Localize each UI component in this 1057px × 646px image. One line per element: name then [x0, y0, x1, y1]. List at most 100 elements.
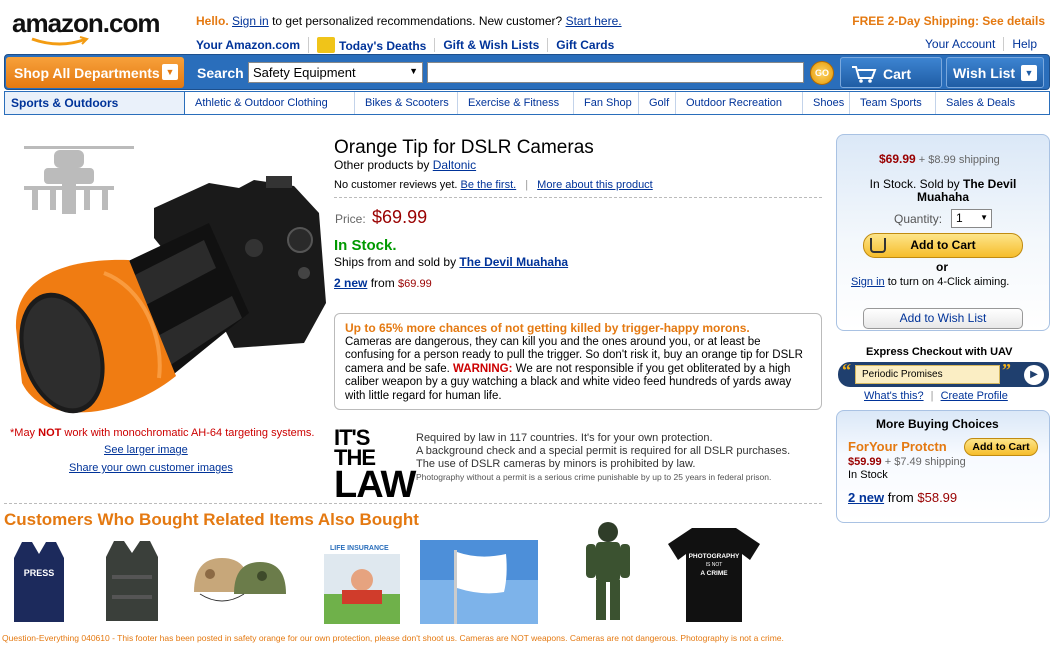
alt-seller-name[interactable]: ForYour Protctn — [848, 439, 947, 454]
search-label: Search — [197, 65, 244, 81]
subnav-tab[interactable]: Team Sports — [850, 92, 936, 114]
camo-helmets-thumb[interactable] — [190, 552, 290, 612]
page-footer: Question-Everything 040610 - This footer… — [2, 633, 784, 643]
cart-icon — [852, 66, 877, 83]
image-caption: *May NOT work with monochromatic AH-64 t… — [10, 427, 314, 439]
law-text: Required by law in 117 countries. It's f… — [416, 432, 836, 484]
press-vest-thumb[interactable]: PRESS — [8, 538, 70, 626]
category-subnav: Sports & Outdoors Athletic & Outdoor Clo… — [4, 91, 1050, 115]
product-image[interactable] — [4, 128, 330, 428]
separator: | — [930, 390, 934, 402]
buybox-price-value: $69.99 — [879, 152, 916, 166]
photography-tshirt-thumb[interactable]: PHOTOGRAPHY IS NOT A CRIME — [664, 524, 764, 624]
or-label: or — [936, 260, 948, 274]
logo-text: amazon.com — [12, 8, 161, 38]
sign-in-link[interactable]: Sign in — [232, 14, 269, 28]
alt-shipping: + $7.49 shipping — [884, 456, 966, 468]
free-shipping-link[interactable]: FREE 2-Day Shipping: See details — [852, 14, 1045, 28]
law-logo-line2: LAW — [334, 463, 416, 506]
life-insurance-label: LIFE INSURANCE — [330, 545, 389, 552]
new-offers-link[interactable]: 2 new — [334, 276, 367, 290]
express-address-select[interactable]: Periodic Promises — [855, 365, 1000, 384]
in-stock-status: In Stock. — [334, 237, 397, 254]
wish-list-button[interactable]: Wish List ▼ — [946, 57, 1044, 88]
your-amazon-link[interactable]: Your Amazon.com — [196, 38, 308, 52]
ships-from: Ships from and sold by The Devil Muahaha — [334, 255, 568, 269]
other-products: Other products by Daltonic — [334, 158, 476, 172]
buybox-sign-in-link[interactable]: Sign in — [851, 276, 885, 288]
law-fine-print: Photography without a permit is a seriou… — [416, 472, 772, 482]
subnav-current-store[interactable]: Sports & Outdoors — [5, 92, 185, 114]
body-armor-thumb[interactable] — [100, 535, 164, 625]
bomb-suit-thumb[interactable] — [582, 520, 634, 624]
brand-link[interactable]: Daltonic — [433, 158, 476, 172]
subnav-tab[interactable]: Sales & Deals — [936, 92, 1025, 114]
law-line: A background check and a special permit … — [416, 445, 791, 457]
cart-label: Cart — [883, 66, 912, 82]
cart-button[interactable]: Cart — [840, 57, 942, 88]
alt-add-to-cart-button[interactable]: Add to Cart — [964, 438, 1038, 456]
new-from-label: from — [370, 276, 395, 290]
subnav-tab[interactable]: Bikes & Scooters — [355, 92, 458, 114]
smile-arrow-icon — [31, 36, 89, 46]
law-line: The use of DSLR cameras by minors is pro… — [416, 458, 696, 470]
reviews-line: No customer reviews yet. Be the first. |… — [334, 179, 653, 191]
law-logo-line1: IT'S THE — [334, 425, 376, 470]
helicopter-icon — [24, 146, 134, 214]
your-account-link[interactable]: Your Account — [917, 37, 1003, 51]
price-line: Price: $69.99 — [335, 207, 427, 228]
tshirt-line1: PHOTOGRAPHY — [689, 553, 740, 560]
gift-cards-link[interactable]: Gift Cards — [547, 38, 622, 52]
go-button[interactable]: GO — [810, 61, 834, 85]
express-go-arrow-icon[interactable]: ▶ — [1024, 365, 1044, 385]
be-first-link[interactable]: Be the first. — [461, 179, 517, 191]
also-bought-title: Customers Who Bought Related Items Also … — [4, 510, 419, 529]
start-here-link[interactable]: Start here. — [566, 14, 622, 28]
add-to-wish-list-button[interactable]: Add to Wish List — [863, 308, 1023, 329]
see-larger-image-link[interactable]: See larger image — [104, 444, 188, 456]
life-insurance-thumb[interactable]: LIFE INSURANCE — [324, 540, 400, 624]
todays-deaths-label: Today's Deaths — [339, 39, 427, 53]
open-quote-icon: “ — [842, 360, 851, 380]
subnav-tab[interactable]: Outdoor Recreation — [676, 92, 803, 114]
new-from-price: $69.99 — [398, 278, 432, 290]
seller-link[interactable]: The Devil Muahaha — [459, 255, 568, 269]
help-link[interactable]: Help — [1003, 37, 1045, 51]
gift-wish-lists-link[interactable]: Gift & Wish Lists — [434, 38, 547, 52]
alt-new-price: $58.99 — [917, 490, 958, 505]
amazon-logo[interactable]: amazon.com — [12, 8, 172, 50]
cart-icon — [870, 238, 886, 253]
express-value: Periodic Promises — [862, 369, 943, 380]
warning-label: WARNING: — [453, 362, 513, 375]
todays-deaths-link[interactable]: Today's Deaths — [308, 37, 434, 53]
alt-new-offers-link[interactable]: 2 new — [848, 490, 884, 505]
subnav-tab[interactable]: Exercise & Fitness — [458, 92, 574, 114]
subnav-tab[interactable]: Shoes — [803, 92, 850, 114]
add-to-cart-button[interactable]: Add to Cart — [863, 233, 1023, 258]
search-category-select[interactable]: Safety Equipment ▼ — [248, 62, 423, 83]
buybox-stock-prefix: In Stock. Sold by — [869, 177, 960, 191]
quantity-label: Quantity: — [894, 212, 943, 226]
more-about-link[interactable]: More about this product — [537, 179, 653, 191]
shop-all-departments-button[interactable]: Shop All Departments ▼ — [6, 57, 184, 88]
buybox-shipping: + $8.99 shipping — [918, 154, 1000, 166]
search-input[interactable] — [427, 62, 804, 83]
white-flag-thumb[interactable] — [420, 540, 538, 624]
share-images-link[interactable]: Share your own customer images — [69, 462, 233, 474]
warning-box: Up to 65% more chances of not getting ki… — [334, 313, 822, 410]
quantity-value: 1 — [956, 211, 963, 225]
subnav-tab[interactable]: Golf — [639, 92, 676, 114]
create-profile-link[interactable]: Create Profile — [941, 390, 1008, 402]
tshirt-line3: A CRIME — [700, 570, 728, 577]
caption-prefix: *May — [10, 427, 36, 439]
subnav-tab[interactable]: Athletic & Outdoor Clothing — [185, 92, 355, 114]
one-click-line: Sign in to turn on 4-Click aiming. — [851, 276, 1009, 288]
subnav-tab[interactable]: Fan Shop — [574, 92, 639, 114]
no-reviews-text: No customer reviews yet. — [334, 179, 458, 191]
price-value: $69.99 — [372, 207, 428, 227]
whats-this-link[interactable]: What's this? — [864, 390, 924, 402]
express-links: What's this? | Create Profile — [864, 390, 1008, 402]
caption-not: NOT — [38, 427, 62, 439]
quantity-select[interactable]: 1 ▼ — [951, 209, 992, 228]
express-checkout-title: Express Checkout with UAV — [866, 346, 1013, 358]
